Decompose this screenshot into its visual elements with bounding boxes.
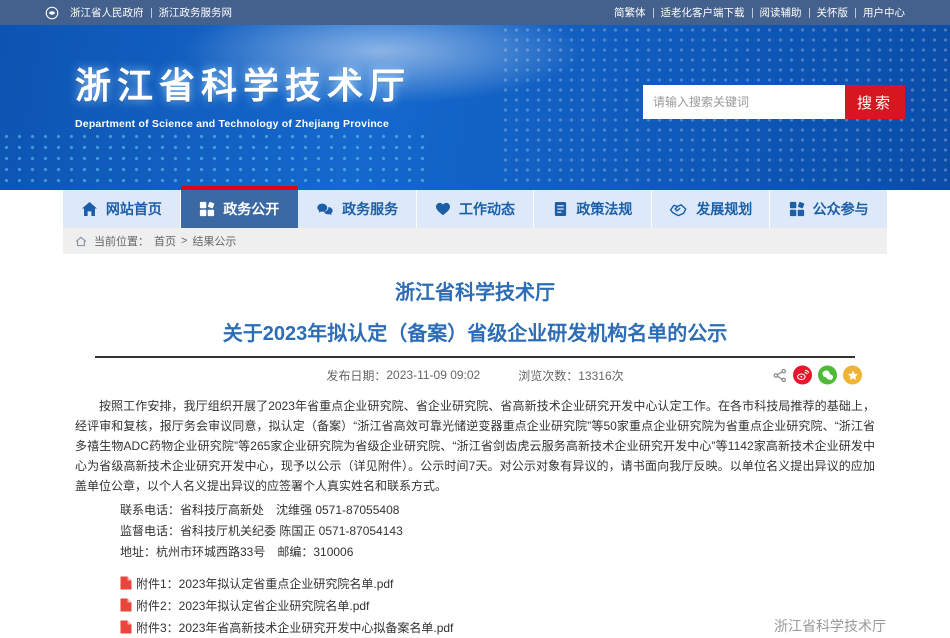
attachment-link-1[interactable]: 附件1：2023年拟认定省重点企业研究院名单.pdf xyxy=(136,575,393,592)
main-nav: 网站首页 政务公开 政务服务 工作动态 政策法规 发展规划 公众参与 xyxy=(63,190,887,228)
wechat-share-icon[interactable] xyxy=(818,366,837,385)
weibo-share-icon[interactable] xyxy=(793,366,812,385)
search-bar: 搜索 xyxy=(643,85,905,119)
topbar-link-reading-aid[interactable]: 阅读辅助 xyxy=(760,5,802,20)
article: 浙江省科学技术厅 关于2023年拟认定（备案）省级企业研发机构名单的公示 发布日… xyxy=(63,276,887,638)
nav-item-public-participation[interactable]: 公众参与 xyxy=(770,190,887,228)
breadcrumb-home-link[interactable]: 首页 xyxy=(154,233,176,249)
breadcrumb-prefix: 当前位置： xyxy=(94,233,149,249)
attachment-list: 附件1：2023年拟认定省重点企业研究院名单.pdf 附件2：2023年拟认定省… xyxy=(120,572,887,638)
nav-item-label: 工作动态 xyxy=(459,199,515,219)
topbar-left: 浙江省人民政府 浙江政务服务网 xyxy=(45,5,232,20)
nav-item-label: 政策法规 xyxy=(576,199,632,219)
publish-date-value: 2023-11-09 09:02 xyxy=(386,368,480,382)
share-toolbar xyxy=(773,366,862,385)
home-small-icon xyxy=(75,236,87,247)
divider xyxy=(809,8,810,18)
article-title: 关于2023年拟认定（备案）省级企业研发机构名单的公示 xyxy=(63,317,887,346)
page: { "topbar": { "left_links": [ { "label":… xyxy=(0,0,950,626)
topbar-link-service-portal[interactable]: 浙江政务服务网 xyxy=(159,5,233,20)
topbar-link-care-version[interactable]: 关怀版 xyxy=(817,5,849,20)
home-icon xyxy=(81,201,98,217)
site-brand: 浙江省科学技术厅 Department of Science and Techn… xyxy=(75,57,411,130)
publish-date-label: 发布日期： xyxy=(326,367,386,384)
attachment-row: 附件1：2023年拟认定省重点企业研究院名单.pdf xyxy=(120,572,887,594)
nav-item-policies[interactable]: 政策法规 xyxy=(534,190,652,228)
divider xyxy=(151,8,152,18)
qzone-share-icon[interactable] xyxy=(843,366,862,385)
nav-item-gov-services[interactable]: 政务服务 xyxy=(299,190,417,228)
attachment-link-2[interactable]: 附件2：2023年拟认定省企业研究院名单.pdf xyxy=(136,597,369,614)
search-button[interactable]: 搜索 xyxy=(845,85,905,119)
banner-dots-left xyxy=(0,131,430,186)
pdf-icon xyxy=(120,620,132,634)
contact-phone-line: 联系电话：省科技厅高新处 沈维强 0571-87055408 xyxy=(120,500,887,521)
topbar: 浙江省人民政府 浙江政务服务网 简繁体 适老化客户端下载 阅读辅助 关怀版 用户… xyxy=(0,0,950,25)
divider xyxy=(855,8,856,18)
site-subtitle: Department of Science and Technology of … xyxy=(75,118,411,130)
seal-icon xyxy=(789,201,805,217)
nav-item-label: 公众参与 xyxy=(813,199,869,219)
search-input[interactable] xyxy=(643,85,845,119)
breadcrumb: 当前位置： 首页 > 结果公示 xyxy=(63,228,887,254)
nav-item-development-planning[interactable]: 发展规划 xyxy=(652,190,770,228)
heart-icon xyxy=(435,202,451,216)
supervision-phone-line: 监督电话：省科技厅机关纪委 陈国正 0571-87054143 xyxy=(120,521,887,542)
divider xyxy=(752,8,753,18)
banner: 浙江省科学技术厅 Department of Science and Techn… xyxy=(0,25,950,190)
divider xyxy=(653,8,654,18)
nav-item-label: 政务服务 xyxy=(342,199,398,219)
article-paragraph: 按照工作安排，我厅组织开展了2023年省重点企业研究院、省企业研究院、省高新技术… xyxy=(75,396,875,496)
site-title: 浙江省科学技术厅 xyxy=(75,57,411,109)
topbar-link-user-center[interactable]: 用户中心 xyxy=(863,5,905,20)
topbar-link-simplified-traditional[interactable]: 简繁体 xyxy=(614,5,646,20)
breadcrumb-separator: > xyxy=(181,235,187,247)
share-icon[interactable] xyxy=(773,368,787,382)
nav-item-work-news[interactable]: 工作动态 xyxy=(417,190,535,228)
attachment-link-3[interactable]: 附件3：2023年省高新技术企业研究开发中心拟备案名单.pdf xyxy=(136,619,453,636)
gov-emblem-icon xyxy=(45,6,59,20)
nav-item-gov-disclosure[interactable]: 政务公开 xyxy=(181,190,299,228)
document-icon xyxy=(553,201,568,217)
topbar-right: 简繁体 适老化客户端下载 阅读辅助 关怀版 用户中心 xyxy=(614,5,905,20)
attachment-row: 附件3：2023年省高新技术企业研究开发中心拟备案名单.pdf xyxy=(120,616,887,638)
address-line: 地址：杭州市环城西路33号 邮编：310006 xyxy=(120,542,887,563)
handshake-icon xyxy=(669,202,688,217)
breadcrumb-current[interactable]: 结果公示 xyxy=(192,233,236,249)
nav-item-label: 政务公开 xyxy=(223,199,279,219)
nav-item-home[interactable]: 网站首页 xyxy=(63,190,181,228)
chat-bubbles-icon xyxy=(316,202,334,217)
topbar-link-provincial-gov[interactable]: 浙江省人民政府 xyxy=(70,5,144,20)
topbar-link-elderly-client[interactable]: 适老化客户端下载 xyxy=(661,5,745,20)
article-org-title: 浙江省科学技术厅 xyxy=(63,276,887,305)
attachment-row: 附件2：2023年拟认定省企业研究院名单.pdf xyxy=(120,594,887,616)
views-label: 浏览次数： xyxy=(518,367,578,384)
nav-item-label: 发展规划 xyxy=(696,199,752,219)
seal-icon xyxy=(199,201,215,217)
footer-agency: 浙江省科学技术厅 xyxy=(774,616,886,636)
pdf-icon xyxy=(120,576,132,590)
contact-info: 联系电话：省科技厅高新处 沈维强 0571-87055408 监督电话：省科技厅… xyxy=(120,500,887,563)
pdf-icon xyxy=(120,598,132,612)
views-value: 13316次 xyxy=(578,367,623,384)
article-meta: 发布日期： 2023-11-09 09:02 浏览次数： 13316次 xyxy=(63,358,887,392)
nav-item-label: 网站首页 xyxy=(106,199,162,219)
